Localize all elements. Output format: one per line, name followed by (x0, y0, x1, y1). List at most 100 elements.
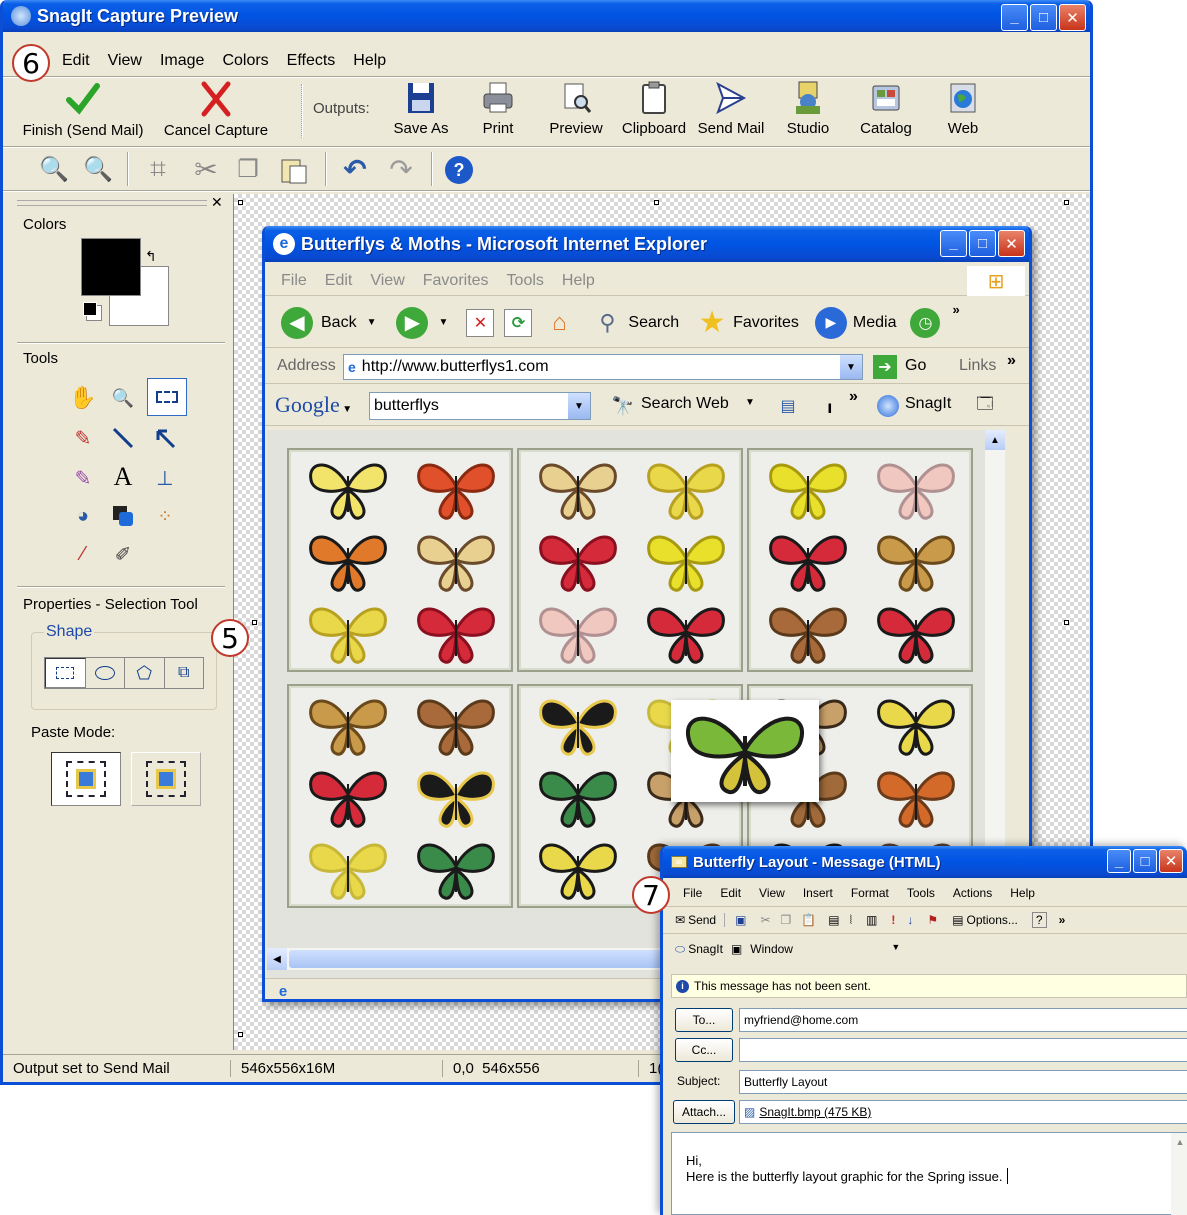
ie-minimize-button[interactable]: _ (940, 230, 967, 257)
menu-help[interactable]: Help (353, 52, 386, 70)
eraser-tool-icon[interactable]: ✐ (107, 538, 139, 570)
body-scrollbar[interactable]: ▲ (1171, 1133, 1187, 1215)
ie-menu-favorites[interactable]: Favorites (423, 272, 489, 290)
media-icon[interactable]: ▶ (814, 306, 847, 339)
attachment-link[interactable]: SnagIt.bmp (475 KB) (759, 1105, 871, 1119)
selection-tool-icon[interactable] (147, 378, 187, 416)
outlook-minimize-button[interactable]: _ (1107, 849, 1131, 873)
outlook-menu-format[interactable]: Format (851, 886, 889, 900)
text-tool-icon[interactable]: A (107, 460, 139, 494)
output-catalog[interactable]: Catalog (853, 80, 919, 137)
hand-tool-icon[interactable]: ✋ (67, 382, 99, 414)
back-label[interactable]: Back (321, 314, 357, 332)
default-colors-icon[interactable] (83, 302, 97, 316)
output-print[interactable]: Print (463, 80, 533, 137)
go-label[interactable]: Go (905, 357, 926, 375)
toolbar-more-icon[interactable]: » (952, 302, 959, 317)
outlook-help-icon[interactable]: ? (1031, 912, 1047, 928)
go-arrow-icon[interactable]: ➔ (873, 355, 897, 379)
close-button[interactable]: ✕ (1059, 4, 1086, 31)
menu-edit[interactable]: Edit (62, 52, 90, 70)
swap-colors-icon[interactable]: ↰ (145, 248, 157, 265)
output-send-mail[interactable]: Send Mail (695, 80, 767, 137)
outlook-titlebar[interactable]: ✉ Butterfly Layout - Message (HTML) _ □ … (663, 846, 1187, 878)
ie-close-button[interactable]: ✕ (998, 230, 1025, 257)
panel-close-icon[interactable]: ✕ (211, 194, 223, 211)
polygon-select-icon[interactable]: ⬠ (125, 658, 165, 688)
google-search-input[interactable]: butterflys ▼ (369, 392, 591, 420)
copy-icon[interactable]: ❐ (233, 154, 263, 184)
google-logo[interactable]: Google ▼ (275, 392, 352, 418)
address-book-icon[interactable]: ▥ (866, 913, 877, 927)
shape-tool-icon[interactable] (107, 500, 139, 532)
scroll-up-arrow-icon[interactable]: ▲ (985, 430, 1005, 450)
ie-menu-tools[interactable]: Tools (507, 272, 544, 290)
save-icon[interactable]: ▣ (735, 913, 746, 927)
snagit-options-icon[interactable]: 🗔 (973, 394, 997, 418)
output-preview[interactable]: Preview (541, 80, 611, 137)
options-button[interactable]: ▤ Options... (952, 913, 1018, 927)
back-arrow-icon[interactable]: ◀ (281, 306, 313, 339)
search-web-dropdown-icon[interactable]: ▼ (745, 397, 755, 408)
stop-icon[interactable]: ✕ (466, 308, 495, 337)
back-dropdown-icon[interactable]: ▼ (367, 317, 377, 328)
line-tool-icon[interactable] (107, 422, 139, 454)
paste-mode-transparent-button[interactable] (131, 752, 201, 806)
menu-image[interactable]: Image (160, 52, 204, 70)
favorites-label[interactable]: Favorites (733, 314, 799, 332)
menu-colors[interactable]: Colors (222, 52, 268, 70)
subject-field[interactable]: Butterfly Layout (739, 1070, 1187, 1094)
freehand-select-icon[interactable]: ⧉ (165, 658, 204, 688)
output-save-as[interactable]: Save As (385, 80, 457, 137)
address-dropdown-icon[interactable]: ▼ (840, 355, 862, 379)
menu-effects[interactable]: Effects (287, 52, 336, 70)
paste-mode-opaque-button[interactable] (51, 752, 121, 806)
ie-menu-view[interactable]: View (370, 272, 404, 290)
highlighter-tool-icon[interactable]: ✎ (67, 462, 99, 494)
ie-menu-file[interactable]: File (281, 272, 307, 290)
finish-button[interactable]: Finish (Send Mail) (17, 80, 149, 142)
output-studio[interactable]: Studio (775, 78, 841, 137)
cut-icon[interactable]: ✂ (760, 913, 770, 927)
outlook-maximize-button[interactable]: □ (1133, 849, 1157, 873)
snagit-titlebar[interactable]: SnagIt Capture Preview _ □ ✕ (3, 0, 1090, 32)
message-body[interactable]: Hi, Here is the butterfly layout graphic… (671, 1132, 1187, 1215)
undo-icon[interactable]: ↶ (339, 154, 371, 185)
cancel-button[interactable]: Cancel Capture (157, 80, 275, 142)
forward-dropdown-icon[interactable]: ▼ (438, 317, 448, 328)
to-button[interactable]: To... (675, 1008, 733, 1032)
capture-mode-select[interactable]: Window ▼ (750, 942, 900, 956)
copy-icon[interactable]: ❐ (781, 913, 792, 927)
flag-icon[interactable]: ⚑ (927, 913, 938, 927)
output-web[interactable]: Web (931, 80, 995, 137)
to-field[interactable]: myfriend@home.com (739, 1008, 1187, 1032)
foreground-color-swatch[interactable] (81, 238, 141, 296)
media-label[interactable]: Media (853, 314, 897, 332)
output-clipboard[interactable]: Clipboard (617, 80, 691, 137)
attach-button[interactable]: Attach... (673, 1100, 735, 1124)
outlook-menu-actions[interactable]: Actions (953, 886, 992, 900)
attach-file-icon[interactable]: ⦚ (850, 913, 853, 928)
paste-icon[interactable] (277, 154, 311, 186)
forward-arrow-icon[interactable]: ▶ (396, 306, 429, 339)
outlook-close-button[interactable]: ✕ (1159, 849, 1183, 873)
home-icon[interactable]: ⌂ (544, 308, 574, 338)
zoom-out-icon[interactable]: 🔍 (83, 154, 113, 184)
outlook-window[interactable]: ✉ Butterfly Layout - Message (HTML) _ □ … (660, 846, 1187, 1215)
minimize-button[interactable]: _ (1001, 4, 1028, 31)
address-input[interactable]: e http://www.butterflys1.com ▼ (343, 354, 863, 380)
search-icon[interactable]: ⚲ (592, 308, 622, 338)
ie-titlebar[interactable]: e Butterflys & Moths - Microsoft Interne… (265, 226, 1029, 262)
search-label[interactable]: Search (628, 314, 679, 332)
crop-icon[interactable]: ⌗ (143, 153, 173, 184)
outlook-menu-edit[interactable]: Edit (720, 886, 741, 900)
send-button[interactable]: ✉ Send (675, 913, 726, 927)
rectangle-select-icon[interactable] (45, 658, 86, 688)
spray-tool-icon[interactable]: ⁘ (149, 500, 181, 532)
cc-field[interactable] (739, 1038, 1187, 1062)
zoom-in-icon[interactable]: 🔍 (39, 154, 69, 184)
outlook-menu-file[interactable]: File (683, 886, 702, 900)
links-label[interactable]: Links (959, 357, 996, 375)
fill-tool-icon[interactable]: ◕ (67, 500, 99, 532)
pen-tool-icon[interactable]: ✎ (67, 422, 99, 454)
